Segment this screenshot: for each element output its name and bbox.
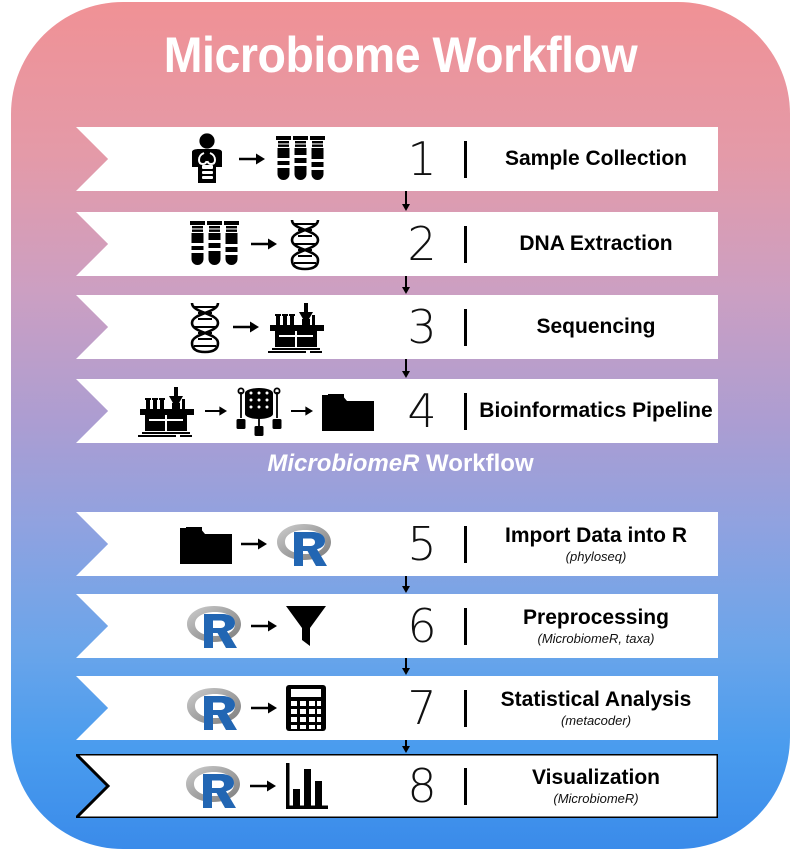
number-label-divider — [464, 608, 467, 645]
step-sublabel: (metacoder) — [560, 712, 632, 728]
step-banner-7[interactable]: 7 Statistical Analysis (metacoder) — [76, 676, 718, 740]
step-connector-arrow — [398, 740, 414, 754]
workflow-diagram: 1 Sample Collection 2 DNA Extraction 3 S… — [0, 0, 801, 851]
dna-helix-icon — [184, 300, 226, 354]
arrow-right-icon — [241, 537, 267, 551]
step-label: Import Data into R — [505, 523, 687, 547]
folder-icon — [178, 522, 234, 566]
step-banner-3[interactable]: 3 Sequencing — [76, 295, 718, 359]
step-connector-arrow — [398, 576, 414, 594]
step-icons — [121, 295, 391, 359]
folder-icon — [320, 389, 376, 433]
step-banner-2[interactable]: 2 DNA Extraction — [76, 212, 718, 276]
step-banner-4[interactable]: 4 Bioinformatics Pipeline — [76, 379, 718, 443]
step-label-zone: Sample Collection — [478, 127, 714, 191]
step-number: 6 — [407, 599, 437, 653]
step-label: Preprocessing — [523, 605, 669, 629]
step-label: Bioinformatics Pipeline — [479, 398, 713, 422]
step-connector-arrow — [398, 276, 414, 295]
step-label-zone: Statistical Analysis (metacoder) — [478, 676, 714, 740]
step-number: 4 — [407, 384, 437, 438]
lab-bench-icon — [266, 301, 328, 353]
step-sublabel: (MicrobiomeR) — [553, 790, 639, 806]
step-label-zone: Preprocessing (MicrobiomeR, taxa) — [478, 594, 714, 658]
section-label: MicrobiomeR Workflow — [0, 450, 801, 478]
number-label-divider — [464, 309, 467, 346]
step-label: Sequencing — [536, 314, 656, 338]
arrow-right-icon — [233, 320, 259, 334]
step-label-zone: Import Data into R (phyloseq) — [478, 512, 714, 576]
step-number: 5 — [407, 517, 437, 571]
gradient-panel: 1 Sample Collection 2 DNA Extraction 3 S… — [11, 2, 790, 849]
step-sublabel: (phyloseq) — [565, 548, 627, 564]
step-icons — [121, 379, 391, 443]
step-number: 7 — [407, 681, 437, 735]
number-label-divider — [464, 226, 467, 263]
step-banner-5[interactable]: 5 Import Data into R (phyloseq) — [76, 512, 718, 576]
step-banner-1[interactable]: 1 Sample Collection — [76, 127, 718, 191]
test-tubes-icon — [272, 133, 330, 185]
number-label-divider — [464, 690, 467, 727]
section-label-plain: Workflow — [419, 450, 534, 477]
step-label-zone: Sequencing — [478, 295, 714, 359]
step-number: 8 — [407, 759, 437, 813]
step-icons — [121, 512, 391, 576]
r-logo-icon — [183, 760, 243, 812]
step-connector-arrow — [398, 658, 414, 676]
step-label-zone: DNA Extraction — [478, 212, 714, 276]
step-icons — [121, 127, 391, 191]
server-network-icon — [234, 384, 284, 438]
step-sublabel: (MicrobiomeR, taxa) — [537, 630, 655, 646]
funnel-icon — [284, 603, 328, 649]
arrow-right-icon — [205, 404, 227, 418]
person-torso-icon — [182, 133, 232, 185]
step-banner-6[interactable]: 6 Preprocessing (MicrobiomeR, taxa) — [76, 594, 718, 658]
number-label-divider — [464, 526, 467, 563]
r-logo-icon — [184, 600, 244, 652]
arrow-right-icon — [251, 237, 277, 251]
calculator-icon — [284, 683, 328, 733]
arrow-right-icon — [251, 701, 277, 715]
step-icons — [121, 212, 391, 276]
step-icons — [121, 754, 391, 818]
page-title: Microbiome Workflow — [163, 27, 638, 83]
step-number: 2 — [407, 217, 437, 271]
lab-bench-icon — [136, 385, 198, 437]
step-icons — [121, 594, 391, 658]
dna-helix-icon — [284, 217, 326, 271]
step-connector-arrow — [398, 359, 414, 379]
step-label: Visualization — [532, 765, 660, 789]
step-label: Statistical Analysis — [500, 687, 692, 711]
step-connector-arrow — [398, 191, 414, 212]
r-logo-icon — [184, 682, 244, 734]
arrow-right-icon — [251, 619, 277, 633]
arrow-right-icon — [291, 404, 313, 418]
arrow-right-icon — [239, 152, 265, 166]
number-label-divider — [464, 141, 467, 178]
step-label-zone: Bioinformatics Pipeline — [478, 379, 714, 443]
step-label: Sample Collection — [504, 146, 688, 170]
section-label-italic: MicrobiomeR — [267, 450, 420, 477]
number-label-divider — [464, 768, 467, 805]
step-icons — [121, 676, 391, 740]
step-label: DNA Extraction — [519, 231, 673, 255]
number-label-divider — [464, 393, 467, 430]
arrow-right-icon — [250, 779, 276, 793]
test-tubes-icon — [186, 218, 244, 270]
step-number: 3 — [407, 300, 437, 354]
r-logo-icon — [274, 518, 334, 570]
step-label-zone: Visualization (MicrobiomeR) — [478, 754, 714, 818]
bar-chart-icon — [283, 761, 329, 811]
step-number: 1 — [407, 132, 437, 186]
step-banner-8[interactable]: 8 Visualization (MicrobiomeR) — [76, 754, 718, 818]
